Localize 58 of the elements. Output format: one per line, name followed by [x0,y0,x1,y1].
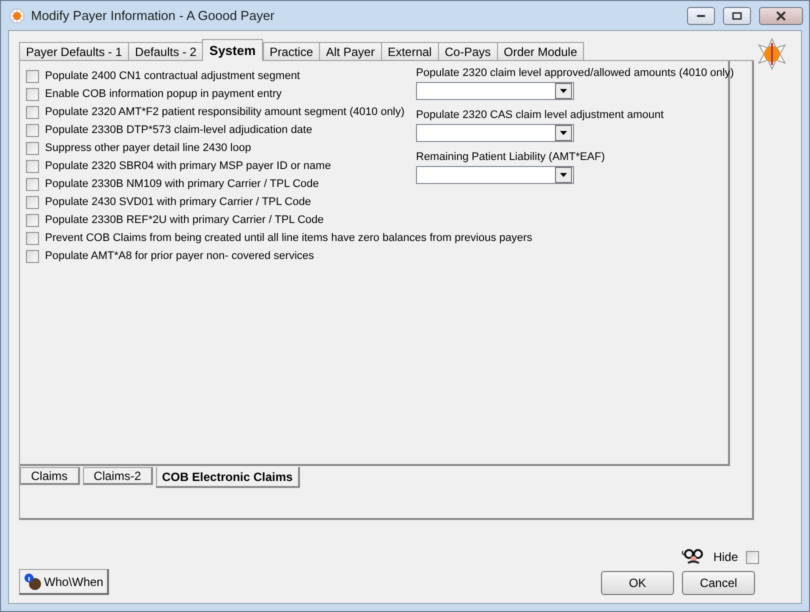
app-icon [9,8,25,24]
dropdown-label: Populate 2320 claim level approved/allowed amounts (4010 only) [416,67,734,79]
checkbox[interactable] [746,550,759,564]
checkbox[interactable] [26,214,39,226]
checkbox[interactable] [26,70,39,82]
checkbox-label: Populate 2430 SVD01 with primary Carrier / TPL Code [45,196,311,208]
checkbox-label: Populate 2400 CN1 contractual adjustment segment [45,70,300,82]
tab[interactable]: External [380,42,439,61]
checkbox-label: Populate 2330B DTP*573 claim-level adjudication date [45,124,312,136]
dropdown-arrow-icon [560,173,567,177]
disguise-glasses-icon [681,549,706,565]
maximize-icon [732,12,742,20]
checkbox[interactable] [26,160,39,172]
close-icon [776,10,786,20]
who-when-button[interactable]: Who\When [19,569,110,595]
checkbox-label: Enable COB information popup in payment entry [45,88,282,100]
dropdown-label: Populate 2320 CAS claim level adjustment amount [416,109,665,121]
window-title: Modify Payer Information - A Goood Payer [31,8,276,23]
dropdown-field[interactable] [416,124,574,142]
tab[interactable]: Defaults - 2 [128,42,204,61]
checkbox[interactable] [26,106,39,118]
tab[interactable]: Co-Pays [438,42,498,61]
tab[interactable]: Alt Payer [319,42,382,61]
close-button[interactable] [759,6,803,24]
checkbox[interactable] [26,88,39,100]
checkbox-label: Populate 2330B NM109 with primary Carrier / TPL Code [45,178,319,190]
checkbox[interactable] [26,178,39,190]
tab[interactable]: Claims-2 [82,467,154,485]
dropdown-arrow-icon [560,89,567,93]
checkbox[interactable] [26,142,39,154]
tab[interactable]: Payer Defaults - 1 [19,42,130,61]
hide-label: Hide [713,550,738,564]
tab[interactable]: Order Module [496,42,584,61]
checkbox-label: Prevent COB Claims from being created until all line items have zero balances from previous payers [45,232,532,244]
checkbox[interactable] [26,232,39,244]
tab[interactable]: COB Electronic Claims [156,467,300,488]
tab[interactable]: System [202,39,263,61]
maximize-button[interactable] [723,6,751,24]
checkbox[interactable] [26,124,39,136]
caduceus-logo [755,37,789,71]
checkbox-label: Populate AMT*A8 for prior payer non- covered services [45,250,314,262]
info-person-icon [24,572,42,590]
checkbox[interactable] [26,196,39,208]
tab[interactable]: Claims [20,467,80,485]
checkbox-label: Populate 2320 AMT*F2 patient responsibility amount segment (4010 only) [45,106,405,118]
ok-button[interactable]: OK [601,571,674,595]
checkbox[interactable] [26,250,39,262]
minimize-icon [696,14,706,18]
dropdown-field[interactable] [416,82,574,100]
checkbox-label: Populate 2330B REF*2U with primary Carrier / TPL Code [45,214,324,226]
checkbox-label: Populate 2320 SBR04 with primary MSP payer ID or name [45,160,331,172]
dropdown-field[interactable] [416,166,574,184]
dropdown-arrow-icon [560,131,567,135]
dropdown-label: Remaining Patient Liability (AMT*EAF) [416,151,606,163]
minimize-button[interactable] [687,6,715,24]
tab[interactable]: Practice [262,42,320,61]
checkbox-label: Suppress other payer detail line 2430 loop [45,142,252,154]
cancel-button[interactable]: Cancel [682,571,755,595]
